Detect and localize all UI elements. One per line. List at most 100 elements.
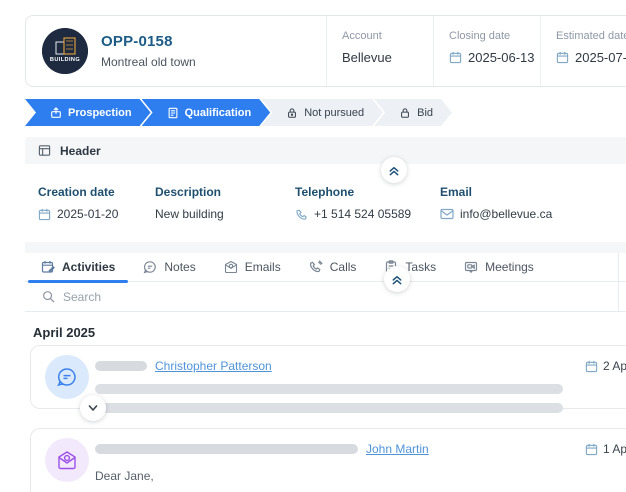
email-field: Email info@bellevue.ca (440, 185, 626, 221)
calendar-pencil-icon (41, 261, 55, 273)
opportunity-page: BUILDING OPP-0158 Montreal old town Acco… (0, 0, 626, 492)
activity-tabs-area: Activities Notes Emails Calls Tasks Meet… (25, 253, 626, 312)
description-label: Description (155, 185, 222, 199)
closing-date-column: Closing date 2025-06-13 (433, 16, 540, 86)
calendar-icon (38, 208, 51, 220)
opportunity-titles: OPP-0158 Montreal old town (101, 33, 196, 69)
creation-date-field: Creation date 2025-01-20 (38, 185, 155, 221)
note-date-text: 2 Apr (602, 359, 626, 373)
redacted-line (95, 384, 563, 394)
tab-label: Tasks (405, 260, 437, 274)
phone-waves-icon (309, 260, 323, 273)
estimated-date-column: Estimated date 2025-07-13 (540, 16, 626, 86)
redacted-text (95, 361, 147, 371)
double-chevron-up-icon (389, 166, 399, 175)
activity-item-note[interactable]: Christopher Patterson 2 Apr (30, 345, 626, 421)
email-date-text: 1 Apr (602, 442, 626, 456)
note-date: 2 Apr (585, 359, 626, 373)
lock-icon (286, 107, 298, 119)
prospection-icon (50, 107, 62, 119)
creation-date-label: Creation date (38, 185, 115, 199)
creation-date-text: 2025-01-20 (57, 207, 119, 221)
note-avatar (45, 355, 89, 399)
envelope-icon (440, 208, 454, 220)
double-chevron-up-icon (392, 275, 402, 284)
telephone-field: Telephone +1 514 524 05589 (295, 185, 440, 221)
tab-label: Meetings (485, 260, 534, 274)
tab-emails[interactable]: Emails (210, 253, 295, 281)
header-section-title: Header (60, 143, 101, 158)
email-avatar (45, 438, 89, 482)
phone-icon (296, 209, 307, 220)
opportunity-identity: BUILDING OPP-0158 Montreal old town (26, 16, 326, 86)
tab-meetings[interactable]: Meetings (450, 253, 548, 281)
email-text: info@bellevue.ca (460, 207, 553, 221)
email-header-row: John Martin 1 Apr (95, 440, 626, 458)
contact-link[interactable]: John Martin (366, 442, 429, 456)
pipeline-stage-bar: Prospection Qualification Not pursued Bi… (25, 99, 452, 126)
logo-text: BUILDING (50, 57, 80, 63)
stage-not-pursued[interactable]: Not pursued (261, 99, 383, 126)
layout-icon (38, 145, 51, 156)
tab-calls[interactable]: Calls (295, 253, 371, 281)
closing-date-text: 2025-06-13 (468, 50, 535, 65)
telephone-label: Telephone (295, 185, 355, 199)
email-seal-icon (224, 260, 237, 274)
closing-date-label: Closing date (449, 30, 511, 42)
expand-note-button[interactable] (80, 395, 106, 421)
note-header-row: Christopher Patterson 2 Apr (95, 357, 626, 375)
timeline-month-title: April 2025 (33, 325, 96, 340)
estimated-date-label: Estimated date (556, 30, 626, 42)
stage-label: Bid (417, 106, 434, 119)
tab-label: Notes (164, 260, 196, 274)
email-content: John Martin 1 Apr Dear Jane, (95, 438, 626, 492)
stage-label: Not pursued (304, 106, 365, 119)
tab-tasks[interactable]: Tasks (370, 253, 450, 281)
creation-date-value: 2025-01-20 (38, 207, 155, 221)
calendar-icon (585, 360, 598, 372)
estimated-date-value: 2025-07-13 (556, 50, 626, 65)
note-bubble-icon (143, 261, 157, 274)
opportunity-header-card: BUILDING OPP-0158 Montreal old town Acco… (25, 15, 626, 87)
description-value: New building (155, 207, 224, 221)
search-icon (43, 291, 55, 303)
activity-item-email[interactable]: John Martin 1 Apr Dear Jane, (30, 428, 626, 492)
section-divider (25, 242, 626, 253)
calendar-icon (556, 51, 569, 64)
search-input[interactable] (63, 289, 323, 304)
header-section-fields: Creation date 2025-01-20 Description New… (25, 164, 626, 237)
header-section-titlebar: Header (25, 137, 626, 164)
email-date: 1 Apr (585, 442, 626, 456)
tab-bar: Activities Notes Emails Calls Tasks Meet… (25, 253, 626, 283)
tab-notes[interactable]: Notes (129, 253, 209, 281)
email-value[interactable]: info@bellevue.ca (440, 207, 626, 221)
tab-activities[interactable]: Activities (27, 253, 129, 283)
closing-date-value: 2025-06-13 (449, 50, 540, 65)
chevron-down-icon (88, 405, 98, 411)
note-content: Christopher Patterson 2 Apr (95, 355, 626, 413)
account-column: Account Bellevue (326, 16, 433, 86)
qualification-icon (167, 107, 179, 119)
email-body-preview: Dear Jane, (95, 469, 154, 483)
stage-prospection[interactable]: Prospection (25, 99, 151, 126)
calendar-icon (449, 51, 462, 64)
calendar-icon (585, 443, 598, 455)
stage-bid[interactable]: Bid (374, 99, 452, 126)
telephone-value[interactable]: +1 514 524 05589 (295, 207, 440, 221)
search-bar (25, 266, 626, 312)
estimated-date-text: 2025-07-13 (575, 50, 626, 65)
opportunity-id: OPP-0158 (101, 33, 173, 50)
stage-label: Prospection (68, 106, 132, 119)
collapse-activities-button[interactable] (384, 266, 410, 292)
contact-link[interactable]: Christopher Patterson (155, 359, 272, 373)
collapse-header-button[interactable] (381, 157, 407, 183)
tab-label: Emails (244, 260, 281, 274)
telephone-text: +1 514 524 05589 (314, 207, 412, 221)
redacted-text (95, 444, 358, 454)
redacted-line (95, 403, 563, 413)
stage-qualification[interactable]: Qualification (142, 99, 271, 126)
stage-label: Qualification (184, 106, 252, 119)
header-section: Header Creation date 2025-01-20 Descript… (25, 137, 626, 237)
tab-label: Calls (329, 260, 357, 274)
company-logo: BUILDING (42, 28, 88, 74)
